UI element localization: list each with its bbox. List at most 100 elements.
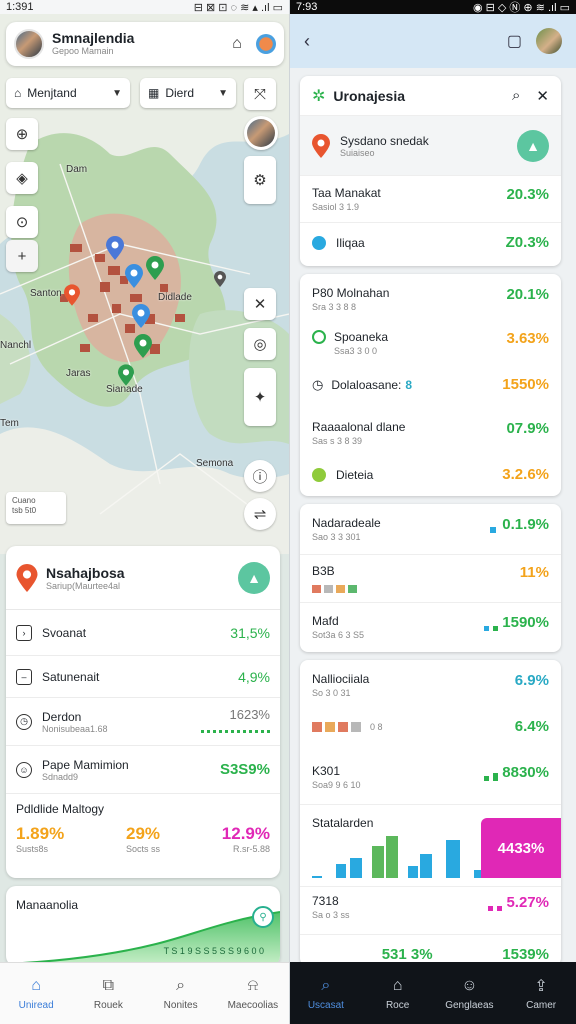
chart-title: Statalarden (312, 816, 374, 830)
app-title: Smnajlendia (52, 30, 135, 47)
search-icon[interactable]: ⌕ (512, 87, 520, 104)
scale-line: tsb 5t0 (12, 506, 37, 516)
nav-label: Nonites (163, 1000, 198, 1011)
trend-item[interactable]: 1.89% Susts8s (16, 824, 64, 854)
stat-value: Z0.3% (505, 234, 549, 251)
pin-icon: ⊙ (15, 214, 29, 231)
locate-button[interactable]: ⊕ (6, 118, 38, 150)
stat-value: 6.4% (514, 718, 549, 735)
map-label: Sianade (106, 384, 143, 395)
stat-row[interactable]: Raaaalonal dlane Sas s 3 8 39 07.9% (300, 420, 561, 446)
user-avatar-button[interactable] (244, 116, 278, 150)
pin-button[interactable]: ⊙ (6, 206, 38, 238)
map-label: Semona (196, 458, 234, 469)
region-dropdown[interactable]: ⌂ Menjtand ▼ (6, 78, 130, 108)
info-button[interactable]: ⓘ (244, 460, 276, 492)
zoom-in-button[interactable]: + (6, 240, 38, 272)
location-header[interactable]: Nsahajbosa Sariup(Maurtee4al ▲ (6, 546, 280, 610)
avatar[interactable] (536, 28, 562, 54)
layers-button[interactable]: ◈ (6, 162, 38, 194)
expand-button[interactable]: ⤧ (244, 78, 276, 110)
profile-badge-icon[interactable] (256, 34, 276, 54)
map-pin-orange-icon[interactable] (64, 284, 80, 306)
route-button[interactable]: ⇌ (244, 498, 276, 530)
clock-icon: ◷ (312, 376, 324, 392)
tools-button[interactable]: ✦ (244, 368, 276, 426)
stat-row[interactable]: K301 Soa9 9 6 10 8830% (300, 764, 561, 790)
stat-row[interactable]: – Satunenait 4,9% (6, 656, 280, 698)
scale-line: Cuano (12, 496, 36, 505)
stat-value: 3.2.6% (502, 466, 549, 483)
stat-row[interactable]: B3B 11% (300, 564, 561, 596)
info-icon: ⓘ (252, 468, 268, 486)
stat-value: 11% (519, 564, 549, 581)
area-chart-card[interactable]: Manaanolia ⚲ T S 1 9 S S 5 S S 9 6 0 0 (6, 886, 280, 966)
map-pin-green-icon[interactable] (134, 334, 152, 358)
stat-row[interactable]: ◷ Derdon Nonisubeaa1.68 1623% (6, 698, 280, 746)
trend-value: 1.89% (16, 824, 65, 843)
nav-label: Genglaeas (445, 999, 494, 1011)
back-icon[interactable]: ‹ (304, 31, 310, 52)
close-map-button[interactable]: ✕ (244, 288, 276, 320)
nav-item-home[interactable]: ⌂ Uniread (1, 976, 71, 1011)
nav-item-map[interactable]: ⌕ Nonites (146, 976, 216, 1011)
stat-label: Nalliociiala (312, 672, 370, 686)
nav-item-search[interactable]: ⌕ Uscasat (291, 976, 361, 1011)
stat-row[interactable]: 0 8 6.4% (300, 718, 561, 735)
info-icon (312, 235, 326, 250)
map-pin-blue-icon[interactable] (132, 304, 150, 328)
view-dropdown[interactable]: ▦ Dierd ▼ (140, 78, 236, 108)
navigate-button[interactable]: ▲ (517, 129, 549, 162)
stat-row[interactable]: Spoaneka Ssa3 3 0 0 3.63% (300, 330, 561, 356)
map-pin-dark-icon[interactable] (214, 271, 226, 287)
map-pin-blue-icon[interactable] (125, 264, 143, 288)
settings-button[interactable]: ⚙ (244, 156, 276, 204)
map-label: Tem (0, 418, 19, 429)
chat-icon[interactable]: ▢ (507, 31, 522, 51)
chart-marker-icon: ⚲ (252, 906, 274, 928)
nav-item-alerts[interactable]: ⍾ Maecoolias (218, 976, 288, 1011)
stat-row[interactable]: ☺ Pape Mamimion Sdnadd9 S3S9% (6, 746, 280, 794)
bookmark-icon[interactable]: ⌂ (224, 31, 250, 57)
stat-sublabel: Sdnadd9 (42, 771, 79, 782)
nav-item-home[interactable]: ⌂ Roce (363, 976, 433, 1011)
chart-icon: ⧉ (102, 977, 115, 994)
location-header[interactable]: Sysdano snedak Suiaiseo ▲ (300, 116, 561, 176)
chat-button[interactable]: ◎ (244, 328, 276, 360)
map-pin-green-icon[interactable] (146, 256, 164, 280)
trend-item[interactable]: 29% Socts ss (126, 824, 160, 854)
stat-row[interactable]: Mafd Sot3a 6 3 S5 1590% (300, 614, 561, 640)
stat-value: 1539% (502, 946, 549, 963)
nav-item-share[interactable]: ⇪ Camer (506, 976, 576, 1011)
highlight-value[interactable]: 4433% (481, 818, 561, 878)
location-title: Sysdano snedak (340, 133, 429, 148)
nav-item-chart[interactable]: ⧉ Rouek (73, 976, 143, 1011)
trend-section: Pdldlide Maltogy 1.89% Susts8s 29% Socts… (6, 794, 280, 862)
map-pin-blue-icon[interactable] (106, 236, 124, 260)
location-subtitle: Sariup(Maurtee4al (46, 580, 121, 591)
home-icon: ⌂ (14, 86, 22, 100)
stat-row[interactable]: ◷ Dolaloasane: 8 1550% (300, 376, 561, 393)
stat-row[interactable]: › Svoanat 31,5% (6, 610, 280, 656)
top-bar: ‹ ▢ (290, 14, 576, 68)
map-pin-green-icon[interactable] (118, 364, 134, 386)
trend-sub: R.sr-5.88 (232, 844, 270, 854)
stat-value: S3S9% (219, 761, 270, 778)
stat-row[interactable]: Dieteia 3.2.6% (300, 466, 561, 483)
stat-row[interactable]: Taa Manakat Sasiol 3 1.9 20.3% (300, 186, 561, 212)
stat-row[interactable]: Nalliociiala So 3 0 31 6.9% (300, 672, 561, 698)
stat-row[interactable]: 7318 Sa o 3 ss 5.27% (300, 894, 561, 920)
navigate-button[interactable]: ▲ (238, 561, 270, 594)
close-icon[interactable]: ✕ (536, 87, 549, 105)
nav-item-social[interactable]: ☺ Genglaeas (434, 976, 504, 1011)
avatar[interactable] (14, 29, 44, 59)
stat-row[interactable]: 531 3% 1539% (300, 946, 561, 963)
trend-item[interactable]: 12.9% R.sr-5.88 (222, 824, 270, 854)
nav-label: Rouek (93, 1000, 123, 1011)
stat-label: 7318 (312, 894, 339, 908)
stat-row[interactable]: Iliqaa Z0.3% (300, 234, 561, 251)
bell-icon: ⍾ (247, 977, 259, 994)
stat-row[interactable]: Nadaradeale Sao 3 3 301 0.1.9% (300, 516, 561, 542)
expand-icon: ⤧ (253, 85, 266, 103)
stat-row[interactable]: P80 Molnahan Sra 3 3 8 8 20.1% (300, 286, 561, 312)
